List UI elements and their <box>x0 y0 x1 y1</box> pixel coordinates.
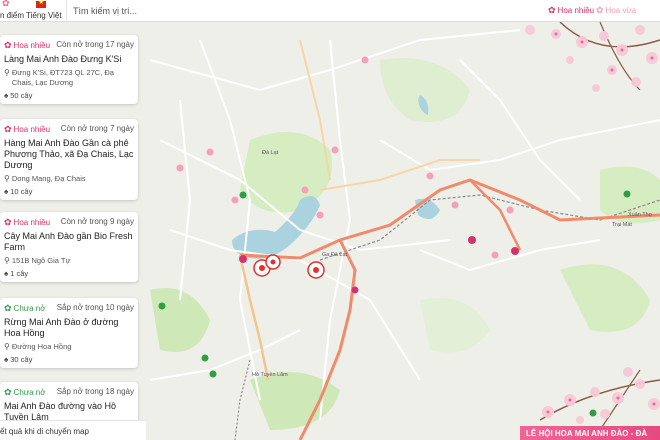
top-bar: ✿ n điểm Tiếng Việt ✿Hoa nhiều ✿Hoa vừa <box>0 0 660 22</box>
search-box[interactable] <box>66 0 540 22</box>
map-label-trai-mat: Trại Mát <box>612 222 632 228</box>
bloom-duration: Còn nở trong 17 ngày <box>56 40 134 49</box>
place-name: Mai Anh Đào đường vào Hồ Tuyền Lâm <box>4 401 116 420</box>
tree-count: ♠ 10 cây <box>4 187 33 196</box>
place-card[interactable]: ✿ Hoa nhiều Còn nở trong 7 ngày Hàng Mai … <box>0 119 138 200</box>
place-name: Rừng Mai Anh Đào ở đường Hoa Hồng <box>4 317 119 338</box>
location-pin-icon: ⚲ <box>4 68 10 77</box>
place-address: ⚲ Đưng K'Si, ĐT723 QL 27C, Đạ Chais, Lạc … <box>4 68 114 87</box>
location-pin-icon: ⚲ <box>4 174 10 183</box>
status-badge: ✿ Chưa nở <box>4 303 46 313</box>
tree-count: ♠ 30 cây <box>4 355 33 364</box>
bloom-duration: Sắp nở trong 10 ngày <box>56 303 134 312</box>
tree-icon: ♠ <box>4 269 9 278</box>
location-pin-icon: ⚲ <box>4 342 10 351</box>
status-badge: ✿ Hoa nhiều <box>4 40 51 50</box>
filter-hoa-nhieu[interactable]: ✿ Hoa nhiều <box>548 5 594 16</box>
place-card[interactable]: ✿ Chưa nở Sắp nở trong 10 ngày Rừng Mai A… <box>0 298 138 368</box>
tree-icon: ♠ <box>4 187 9 196</box>
flower-icon: ✿ <box>4 387 12 397</box>
flower-icon: ✿ <box>596 5 604 15</box>
flower-icon: ✿ <box>4 124 12 134</box>
tree-count: ♠ 1 cây <box>4 269 29 278</box>
vietnam-flag-icon[interactable] <box>36 0 46 8</box>
places-list[interactable]: ✿ Hoa nhiều Còn nở trong 17 ngày Làng Mai… <box>0 22 146 420</box>
place-name: Hàng Mai Anh Đào Gần cà phê Phương Thảo,… <box>4 138 134 170</box>
filter-label: Hoa vừa <box>605 6 637 15</box>
brand-text: n điểm <box>0 11 25 20</box>
flower-icon: ✿ <box>4 303 12 313</box>
place-name: Cây Mai Anh Đào gần Bio Fresh Farm <box>4 231 133 252</box>
place-card[interactable]: ✿ Chưa nở Sắp nở trong 18 ngày Mai Anh Đà… <box>0 382 138 420</box>
cherry-blossom-icon: ✿ <box>2 0 10 8</box>
bloom-duration: Sắp nở trong 18 ngày <box>56 387 134 396</box>
filter-hoa-vua[interactable]: ✿ Hoa vừa <box>596 5 636 16</box>
map-label-station: Ga Đà Lạt <box>322 252 348 258</box>
flower-icon: ✿ <box>4 217 12 227</box>
search-on-move-label: ết quả khi di chuyển map <box>0 427 89 436</box>
map-label-xuan-tho: Xuân Thọ <box>628 212 652 218</box>
brand[interactable]: ✿ n điểm Tiếng Việt <box>0 0 66 22</box>
place-address: ⚲ 151B Ngô Gia Tự <box>4 256 71 265</box>
festival-banner-text: LỄ HỘI HOA MAI ANH ĐÀO - ĐÀ <box>526 429 648 438</box>
place-address: ⚲ Đường Hoa Hồng <box>4 342 72 351</box>
location-pin-icon: ⚲ <box>4 256 10 265</box>
search-on-move-toggle[interactable]: ết quả khi di chuyển map <box>0 420 146 440</box>
flower-icon: ✿ <box>4 40 12 50</box>
language-selector[interactable]: Tiếng Việt <box>26 11 62 20</box>
place-name: Làng Mai Anh Đào Đưng K'Si <box>4 54 122 64</box>
place-address: ⚲ Dong Mang, Đạ Chais <box>4 174 86 183</box>
bloom-duration: Còn nở trong 7 ngày <box>60 124 134 133</box>
status-badge: ✿ Hoa nhiều <box>4 217 51 227</box>
festival-banner[interactable]: LỄ HỘI HOA MAI ANH ĐÀO - ĐÀ <box>520 426 660 440</box>
filter-label: Hoa nhiều <box>557 6 595 15</box>
tree-count: ♠ 50 cây <box>4 91 33 100</box>
bloom-duration: Còn nở trong 9 ngày <box>60 217 134 226</box>
flower-icon: ✿ <box>548 5 556 15</box>
map-label-dalat: Đà Lạt <box>262 150 279 156</box>
tree-icon: ♠ <box>4 91 9 100</box>
status-badge: ✿ Chưa nở <box>4 387 46 397</box>
place-card[interactable]: ✿ Hoa nhiều Còn nở trong 17 ngày Làng Mai… <box>0 35 138 104</box>
map-label-ho-tuyen-lam: Hồ Tuyền Lâm <box>252 372 288 378</box>
place-card[interactable]: ✿ Hoa nhiều Còn nở trong 9 ngày Cây Mai A… <box>0 212 138 282</box>
search-input[interactable] <box>67 0 540 22</box>
tree-icon: ♠ <box>4 355 9 364</box>
status-badge: ✿ Hoa nhiều <box>4 124 51 134</box>
